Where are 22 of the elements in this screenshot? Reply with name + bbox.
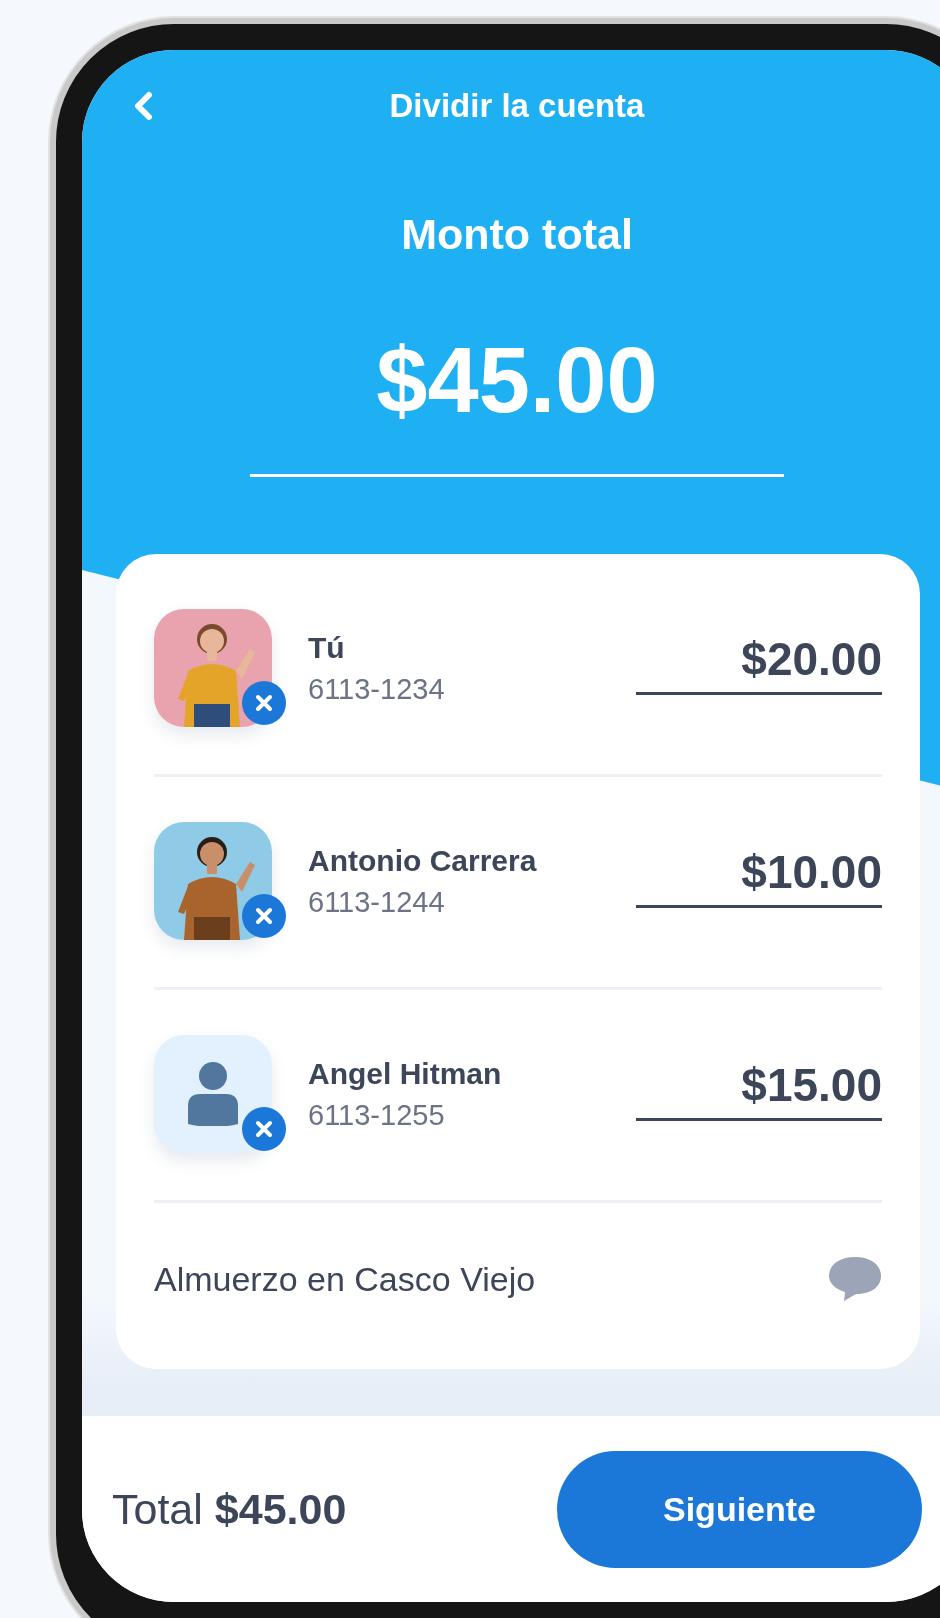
- footer-total-amount: $45.00: [214, 1484, 347, 1534]
- amount-field[interactable]: $20.00: [636, 631, 882, 695]
- person-icon: [188, 1062, 238, 1126]
- amount-field[interactable]: $10.00: [636, 844, 882, 908]
- close-icon: [255, 907, 273, 925]
- speech-bubble-icon[interactable]: [828, 1255, 882, 1303]
- participant-phone: 6113-1234: [308, 672, 446, 706]
- close-icon: [255, 1120, 273, 1138]
- total-label: Monto total: [401, 209, 633, 260]
- total-amount: $45.00: [376, 330, 658, 430]
- back-icon: [133, 91, 153, 121]
- close-icon: [255, 694, 273, 712]
- note-text: Almuerzo en Casco Viejo: [154, 1259, 536, 1299]
- participant-name: Tú: [308, 630, 346, 665]
- participant-phone: 6113-1255: [308, 1098, 446, 1132]
- participant-phone: 6113-1244: [308, 885, 446, 919]
- participant-name: Antonio Carrera: [308, 843, 538, 878]
- amount-field[interactable]: $15.00: [636, 1057, 882, 1121]
- screen-title: Dividir la cuenta: [388, 87, 646, 125]
- participant-name: Angel Hitman: [308, 1056, 503, 1091]
- next-button[interactable]: Siguiente: [557, 1450, 922, 1568]
- footer-total-label: Total: [112, 1484, 203, 1534]
